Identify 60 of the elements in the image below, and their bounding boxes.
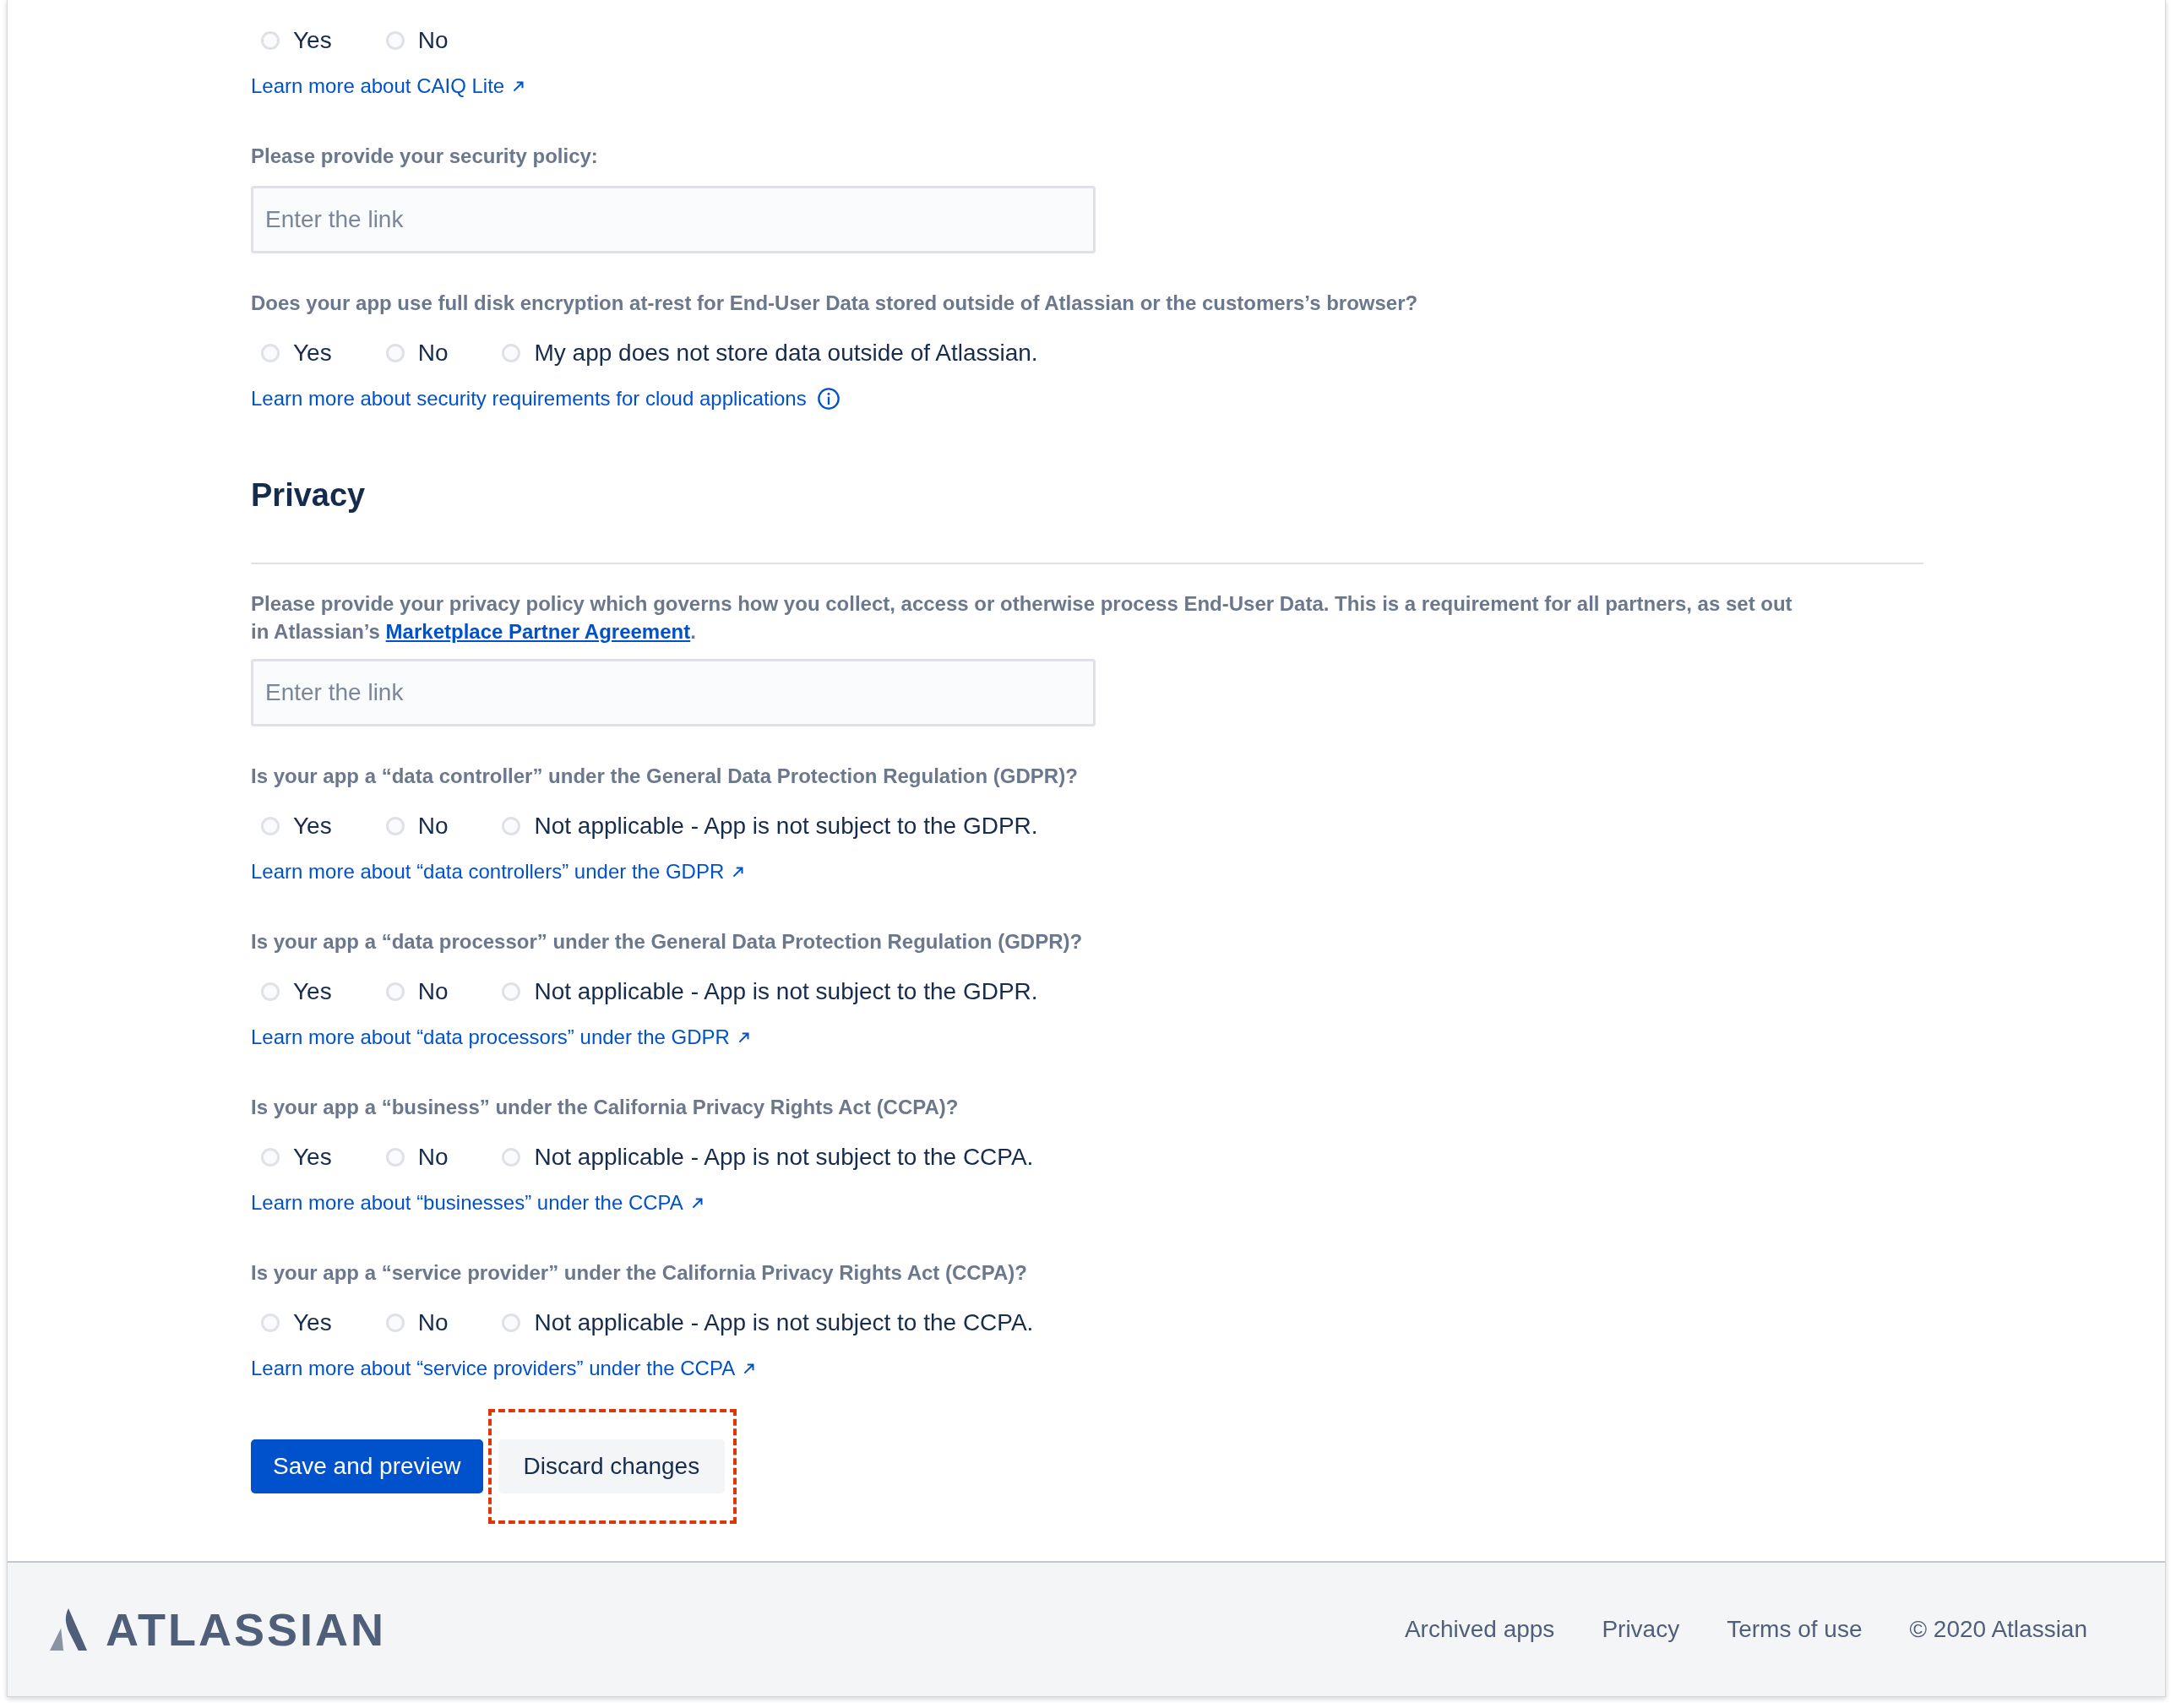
learn-more-link[interactable]: Learn more about “businesses” under the CCPA [251,1191,683,1215]
footer-link[interactable]: Privacy [1602,1616,1680,1643]
footer-link[interactable]: Terms of use [1727,1616,1863,1643]
question-text: Is your app a “service provider” under the California Privacy Rights Act (CCPA)? [251,1260,1028,1286]
radio-option[interactable]: Not applicable - App is not subject to the GDPR. [492,978,1038,1005]
copyright-text: © 2020 Atlassian [1909,1616,2087,1643]
radio-option[interactable]: No [375,978,449,1005]
footer-link[interactable]: Archived apps [1404,1616,1555,1643]
radio-button[interactable] [261,1148,280,1167]
radio-button[interactable] [261,31,280,50]
radio-button[interactable] [261,982,280,1001]
radio-button[interactable] [502,1314,521,1332]
radio-option[interactable]: No [375,27,449,54]
radio-button[interactable] [385,1314,405,1332]
radio-option[interactable]: No [375,813,449,840]
question-text: Is your app a “business” under the California Privacy Rights Act (CCPA)? [251,1095,960,1120]
radio-button[interactable] [502,344,521,362]
question-text: Does your app use full disk encryption at-rest for End-User Data stored outside of Atlassian or the customers’s browser? [251,291,1419,316]
question-text: Is your app a “data controller” under the General Data Protection Regulation (GDPR)? [251,764,1079,789]
radio-button[interactable] [261,1314,280,1332]
radio-option[interactable]: Not applicable - App is not subject to the CCPA. [492,1144,1034,1171]
radio-option[interactable]: Not applicable - App is not subject to the CCPA. [492,1309,1034,1336]
link-input[interactable]: Enter the link [251,659,1096,726]
radio-button[interactable] [385,344,405,362]
radio-option[interactable]: No [375,1309,449,1336]
description-text: Please provide your privacy policy which governs how you collect, access or otherwise process End-User Data. This is a requirement for all partners, as set out in Atlassian’s Marketplace Partner Agreement. [251,591,1793,645]
question-text: Is your app a “data processor” under the General Data Protection Regulation (GDPR)? [251,929,1084,955]
field-label: Please provide your security policy: [251,144,599,169]
learn-more-link[interactable]: Learn more about CAIQ Lite [251,74,505,98]
radio-button[interactable] [385,817,405,835]
learn-more-link[interactable]: Learn more about security requirements for cloud applications [251,387,807,411]
radio-button[interactable] [385,982,405,1001]
radio-option[interactable]: Yes [251,1144,332,1171]
radio-button[interactable] [502,817,521,835]
radio-option[interactable]: Yes [251,813,332,840]
radio-button[interactable] [502,982,521,1001]
logo-text: ATLASSIAN [106,1603,386,1656]
learn-more-link[interactable]: Learn more about “service providers” under the CCPA [251,1357,736,1380]
agreement-link[interactable]: Marketplace Partner Agreement [385,620,691,643]
radio-option[interactable]: My app does not store data outside of Atlassian. [492,340,1038,367]
radio-option[interactable]: No [375,340,449,367]
save-button[interactable]: Save and preview [251,1439,483,1493]
radio-option[interactable]: Not applicable - App is not subject to the GDPR. [492,813,1038,840]
radio-option[interactable]: Yes [251,978,332,1005]
logo-icon [48,1608,89,1651]
radio-option[interactable]: Yes [251,340,332,367]
radio-button[interactable] [385,31,405,50]
link-input[interactable]: Enter the link [251,186,1096,253]
radio-option[interactable]: Yes [251,1309,332,1336]
radio-button[interactable] [385,1148,405,1167]
radio-option[interactable]: Yes [251,27,332,54]
radio-option[interactable]: No [375,1144,449,1171]
radio-button[interactable] [502,1148,521,1167]
radio-button[interactable] [261,344,280,362]
discard-button[interactable]: Discard changes [498,1439,726,1493]
learn-more-link[interactable]: Learn more about “data controllers” under the GDPR [251,860,725,884]
info-icon [816,387,840,411]
section-heading: Privacy [251,476,367,514]
radio-button[interactable] [261,817,280,835]
learn-more-link[interactable]: Learn more about “data processors” under the GDPR [251,1025,730,1049]
